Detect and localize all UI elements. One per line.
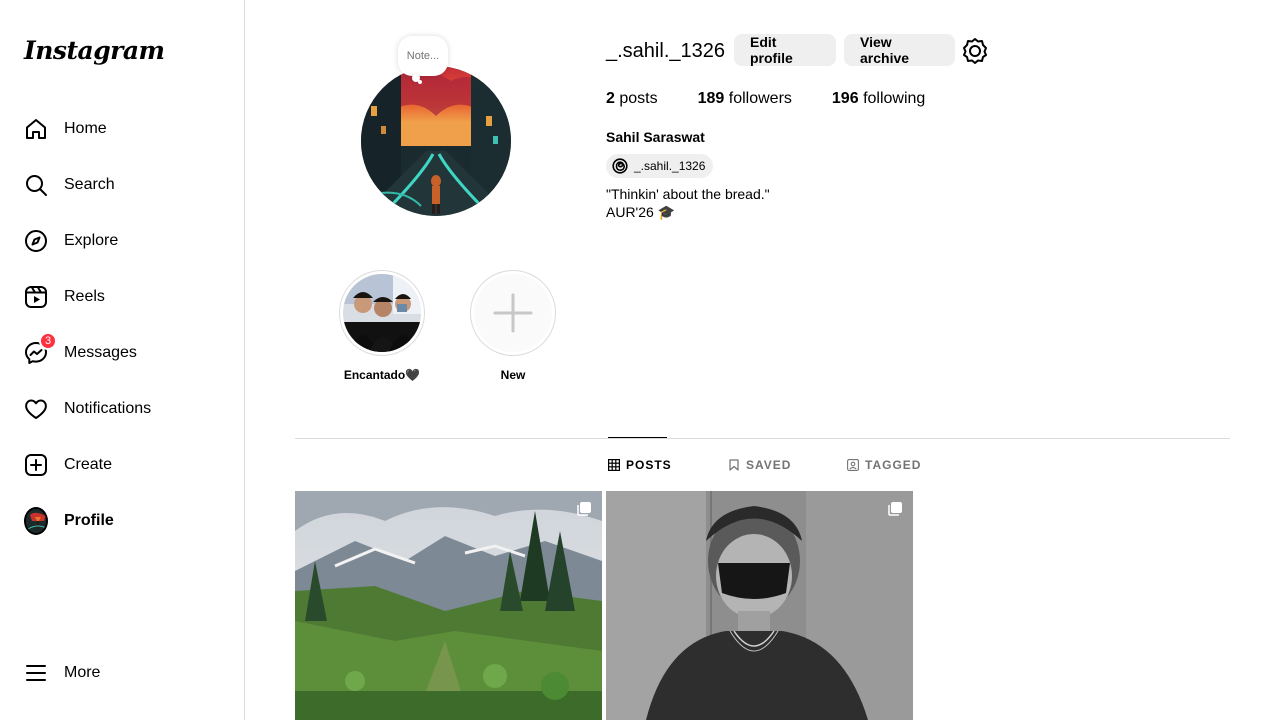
edit-profile-button[interactable]: Edit profile (734, 34, 836, 66)
following-link[interactable]: 196 following (832, 90, 925, 108)
threads-handle: _.sahil._1326 (634, 159, 706, 173)
sidebar-item-label: Explore (64, 232, 119, 249)
profile-full-name: Sahil Saraswat (606, 129, 705, 145)
active-tab-indicator (608, 437, 667, 438)
search-icon (24, 173, 48, 197)
bookmark-icon (728, 459, 740, 471)
tab-saved[interactable]: SAVED (728, 458, 791, 472)
sidebar-item-home[interactable]: Home (12, 105, 232, 153)
tag-user-icon (847, 459, 859, 471)
messenger-icon: 3 (24, 332, 57, 365)
avatar (24, 507, 48, 535)
posts-count: 2 posts (606, 90, 658, 107)
sidebar: Instagram Home Search Explore Reels 3 Me… (0, 0, 245, 720)
tab-label: SAVED (746, 458, 792, 472)
threads-icon (612, 158, 628, 174)
highlight-ring (339, 270, 425, 356)
note-bubble[interactable]: Note... (398, 36, 448, 76)
profile-bio: "Thinkin' about the bread." AUR'26 🎓 (606, 185, 770, 221)
carousel-icon (576, 501, 592, 517)
plus-square-icon (24, 453, 48, 477)
sidebar-item-explore[interactable]: Explore (12, 217, 232, 265)
sidebar-item-label: Create (64, 456, 113, 473)
sidebar-item-messages[interactable]: 3 Messages (12, 329, 232, 377)
tab-label: POSTS (626, 458, 672, 472)
followers-link[interactable]: 189 followers (698, 90, 792, 108)
sidebar-item-label: More (64, 664, 101, 681)
profile-username: _.sahil._1326 (606, 40, 725, 62)
sidebar-item-reels[interactable]: Reels (12, 273, 232, 321)
carousel-icon (887, 501, 903, 517)
profile-avatar[interactable] (361, 66, 511, 216)
bio-line: AUR'26 🎓 (606, 204, 676, 220)
bio-line: "Thinkin' about the bread." (606, 186, 770, 202)
heart-icon (24, 397, 48, 421)
highlight-cover (343, 274, 421, 352)
menu-icon (24, 661, 48, 685)
tab-label: TAGGED (865, 458, 922, 472)
sidebar-item-label: Search (64, 176, 115, 193)
tabs-divider (295, 438, 1230, 439)
sidebar-item-label: Reels (64, 288, 105, 305)
grid-icon (608, 459, 621, 472)
highlight-label: Encantado🖤 (343, 368, 421, 382)
sidebar-item-search[interactable]: Search (12, 161, 232, 209)
sidebar-item-profile[interactable]: Profile (12, 497, 232, 545)
sidebar-item-label: Home (64, 120, 107, 137)
instagram-logo[interactable]: Instagram (24, 36, 165, 65)
sidebar-item-create[interactable]: Create (12, 441, 232, 489)
tab-posts[interactable]: POSTS (608, 458, 672, 472)
home-icon (24, 117, 48, 141)
sidebar-item-more[interactable]: More (12, 649, 232, 697)
sidebar-item-notifications[interactable]: Notifications (12, 385, 232, 433)
sidebar-item-label: Profile (64, 512, 114, 529)
threads-badge[interactable]: _.sahil._1326 (606, 154, 714, 178)
gear-icon[interactable] (961, 36, 989, 64)
tab-tagged[interactable]: TAGGED (847, 458, 921, 472)
reels-icon (24, 285, 48, 309)
compass-icon (24, 229, 48, 253)
profile-stats: 2 posts 189 followers 196 following (606, 90, 965, 108)
view-archive-button[interactable]: View archive (844, 34, 955, 66)
sidebar-item-label: Messages (64, 344, 137, 361)
story-highlight[interactable]: Encantado🖤 (339, 270, 425, 382)
note-tail (418, 80, 422, 84)
sidebar-item-label: Notifications (64, 400, 152, 417)
highlight-ring (470, 270, 556, 356)
new-highlight-button[interactable]: New (470, 270, 556, 382)
messages-badge: 3 (39, 332, 57, 350)
highlight-label: New (500, 368, 526, 382)
post-thumbnail[interactable] (295, 491, 602, 720)
plus-icon (474, 274, 552, 352)
post-thumbnail[interactable] (606, 491, 913, 720)
